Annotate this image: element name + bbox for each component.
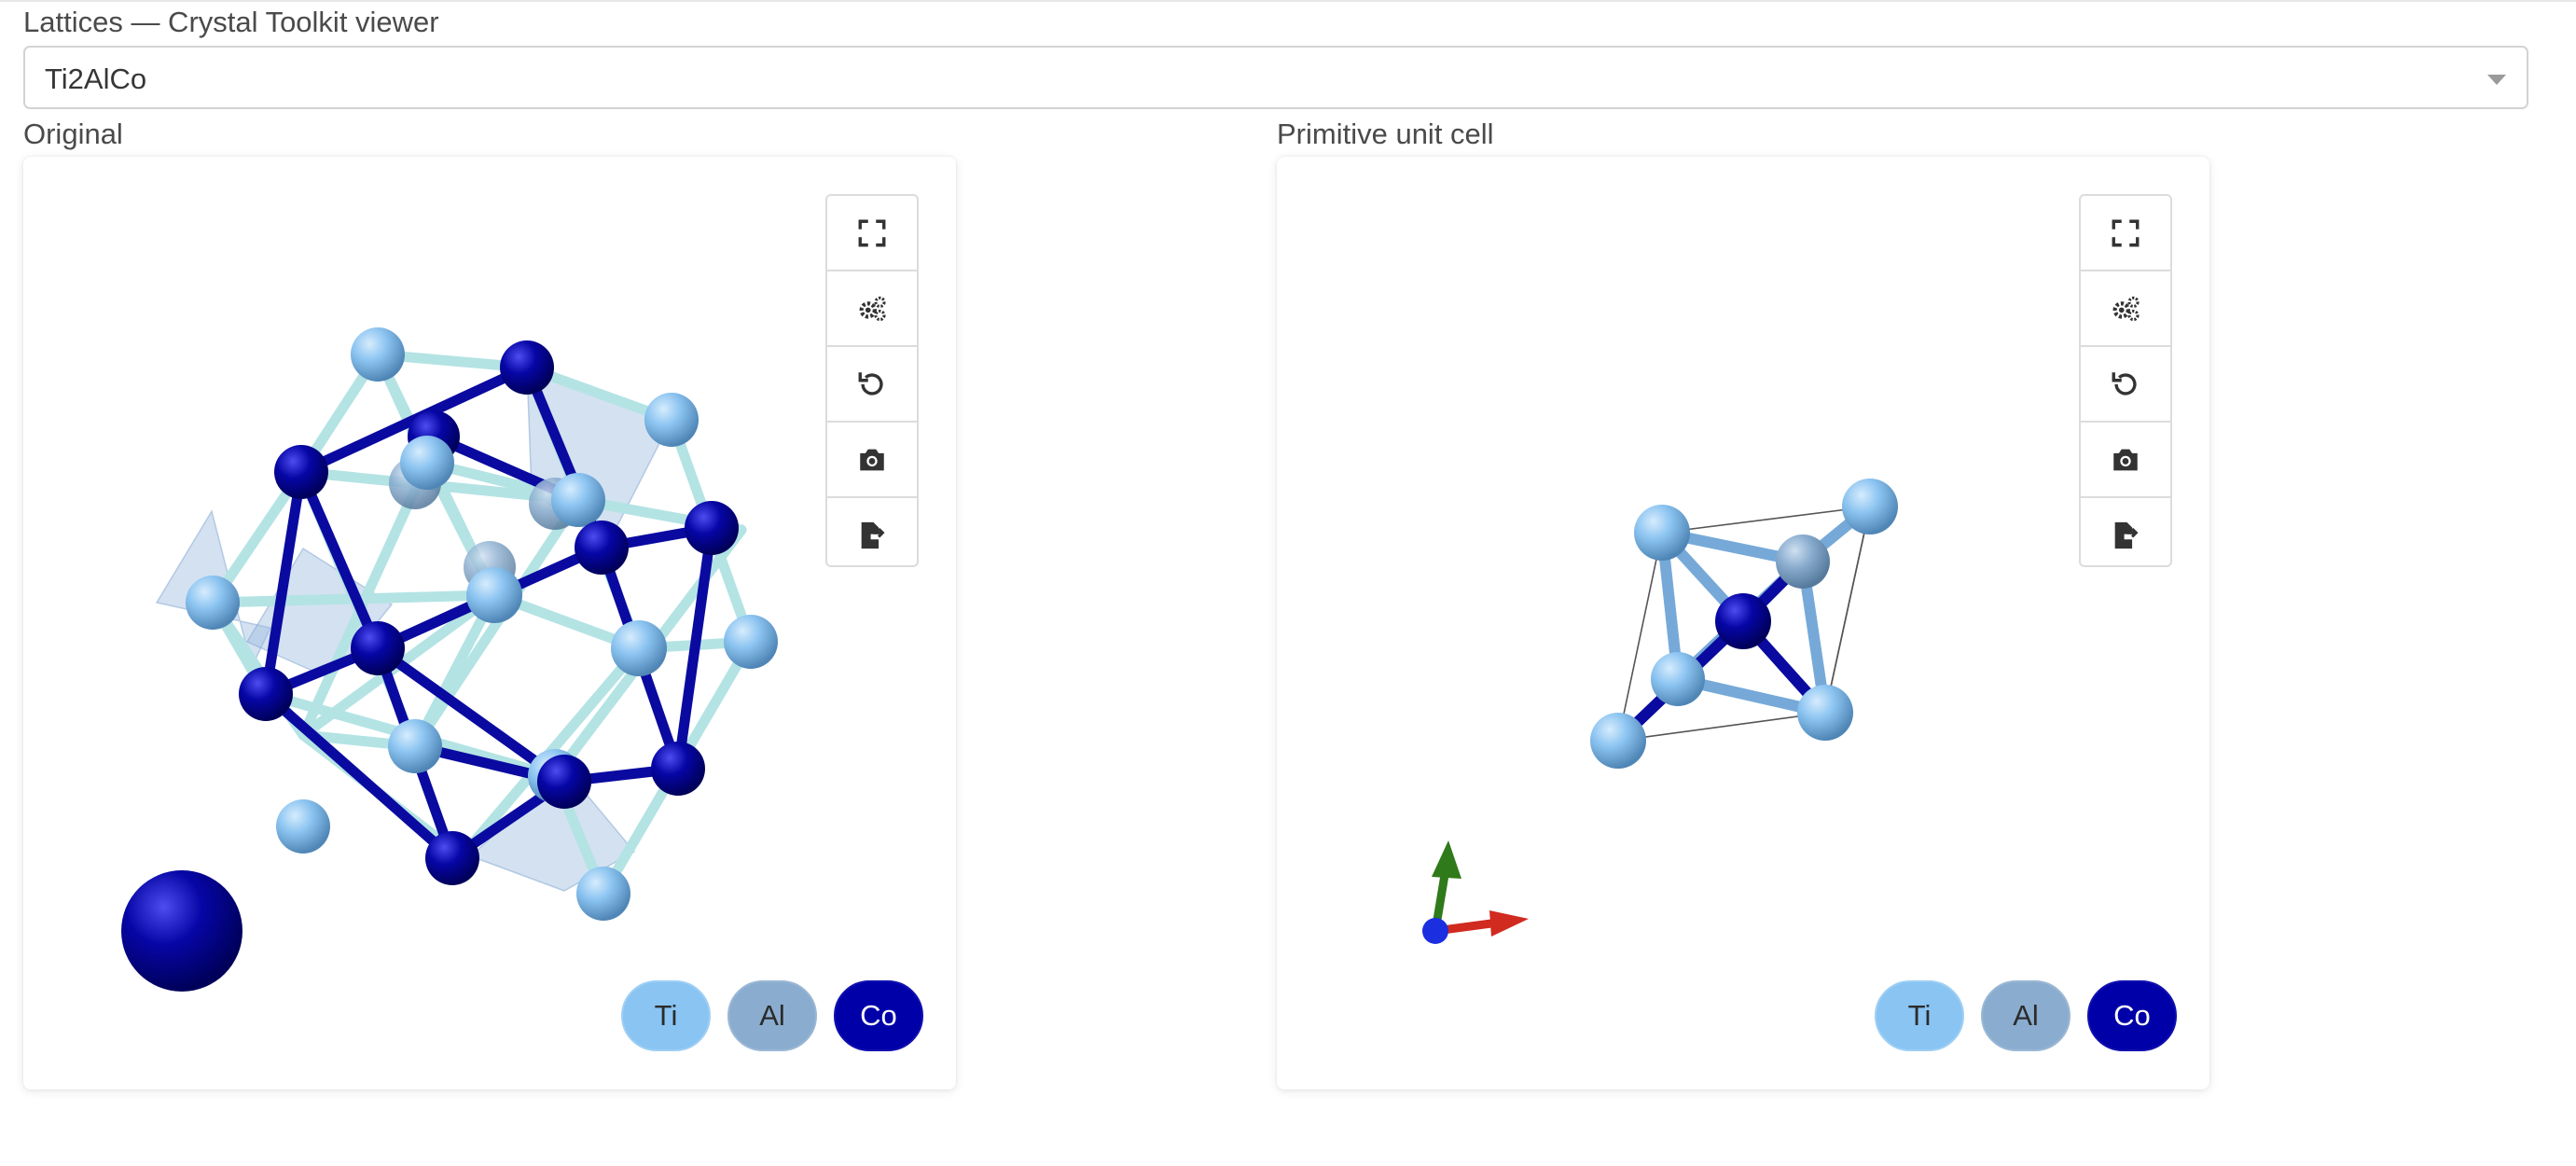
settings-button[interactable] (2081, 271, 2170, 347)
export-button[interactable] (827, 498, 917, 572)
screenshot-button[interactable] (827, 423, 917, 498)
crystal-scene-original[interactable] (23, 157, 956, 1090)
reset-view-button[interactable] (2081, 347, 2170, 423)
camera-icon (2113, 449, 2138, 470)
settings-button[interactable] (827, 271, 917, 347)
viewer-panel-original[interactable]: Ti Al Co (23, 157, 956, 1090)
legend-chip-ti[interactable]: Ti (1875, 980, 1964, 1051)
viewer-toolbar-primitive (2079, 194, 2172, 567)
legend-chip-co[interactable]: Co (2087, 980, 2177, 1051)
expand-icon (858, 219, 886, 246)
fullscreen-button[interactable] (827, 196, 917, 271)
fullscreen-button[interactable] (2081, 196, 2170, 271)
panel-label-original: Original (23, 118, 123, 150)
panel-label-primitive: Primitive unit cell (1277, 118, 1494, 150)
axes-indicator (1422, 840, 1529, 944)
reset-rotation-icon (2112, 371, 2137, 396)
screenshot-button[interactable] (2081, 423, 2170, 498)
expand-icon (2112, 219, 2140, 246)
isolated-atom (121, 870, 242, 992)
page-title: Lattices — Crystal Toolkit viewer (23, 6, 439, 38)
export-file-icon (861, 521, 885, 548)
chevron-down-icon[interactable] (2487, 75, 2506, 85)
top-border (0, 0, 2576, 2)
legend-chip-al[interactable]: Al (727, 980, 817, 1051)
legend-chip-co[interactable]: Co (834, 980, 923, 1051)
element-legend-primitive: Ti Al Co (1875, 980, 2177, 1051)
material-select-value: Ti2AlCo (45, 62, 147, 95)
settings-gears-icon (859, 296, 886, 321)
viewer-toolbar-original (825, 194, 919, 567)
legend-chip-ti[interactable]: Ti (621, 980, 711, 1051)
viewer-panel-primitive[interactable]: Ti Al Co (1277, 157, 2209, 1090)
legend-chip-al[interactable]: Al (1981, 980, 2070, 1051)
cell-bonds-dark (1613, 556, 1831, 746)
export-button[interactable] (2081, 498, 2170, 572)
settings-gears-icon (2112, 296, 2140, 321)
export-file-icon (2114, 521, 2139, 548)
material-select[interactable]: Ti2AlCo (23, 46, 2528, 109)
camera-icon (860, 449, 884, 470)
crystal-scene-primitive[interactable] (1277, 157, 2209, 1090)
element-legend-original: Ti Al Co (621, 980, 923, 1051)
reset-rotation-icon (858, 371, 883, 396)
reset-view-button[interactable] (827, 347, 917, 423)
